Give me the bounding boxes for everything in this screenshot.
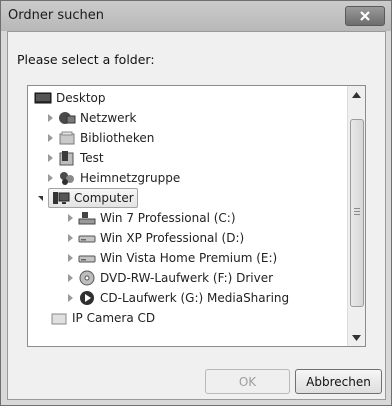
expand-arrow-icon[interactable] (64, 248, 76, 268)
title-bar[interactable]: Ordner suchen (1, 1, 391, 31)
folder-icon (50, 310, 68, 326)
scroll-down-button[interactable] (348, 329, 365, 346)
selected-item-highlight: Computer (48, 188, 138, 208)
scrollbar-thumb[interactable] (350, 119, 364, 307)
tree-item-bibliotheken[interactable]: Bibliotheken (44, 128, 154, 148)
collapse-arrow-icon[interactable] (34, 188, 46, 208)
hard-drive-icon (78, 250, 96, 266)
tree-item-heimnetzgruppe[interactable]: Heimnetzgruppe (44, 168, 180, 188)
network-icon (58, 110, 76, 126)
chevron-down-icon (352, 334, 361, 341)
expand-arrow-icon[interactable] (44, 148, 56, 168)
tree-item-label: Win XP Professional (D:) (100, 231, 245, 245)
close-button[interactable] (345, 6, 385, 26)
tree-item-label: Computer (74, 191, 134, 205)
vertical-scrollbar[interactable] (347, 86, 365, 346)
computer-icon (52, 190, 70, 206)
tree-item-label: Desktop (56, 91, 106, 105)
tree-item-label: Win 7 Professional (C:) (100, 211, 236, 225)
expand-arrow-icon[interactable] (64, 268, 76, 288)
tree-item-ip-camera-cd[interactable]: IP Camera CD (50, 308, 155, 328)
tree-item-label: Netzwerk (80, 111, 137, 125)
cd-media-icon (78, 290, 96, 306)
dialog-body: Please select a folder: Desktop Netzwerk (7, 31, 386, 400)
expand-arrow-icon[interactable] (64, 228, 76, 248)
system-drive-icon (78, 210, 96, 226)
folder-browser-dialog: Ordner suchen Please select a folder: De… (0, 0, 392, 406)
tree-item-computer[interactable]: Computer (34, 188, 138, 208)
expand-arrow-icon[interactable] (64, 208, 76, 228)
folder-tree[interactable]: Desktop Netzwerk Bibliotheken Test Heimn… (27, 85, 366, 347)
tree-item-drive-g[interactable]: CD-Laufwerk (G:) MediaSharing (64, 288, 289, 308)
expand-arrow-icon[interactable] (64, 288, 76, 308)
tree-item-drive-e[interactable]: Win Vista Home Premium (E:) (64, 248, 277, 268)
tree-item-test[interactable]: Test (44, 148, 104, 168)
tree-item-netzwerk[interactable]: Netzwerk (44, 108, 136, 128)
close-icon (360, 11, 370, 21)
tree-item-label: DVD-RW-Laufwerk (F:) Driver (100, 271, 274, 285)
tree-item-label: Bibliotheken (80, 131, 155, 145)
tree-item-label: CD-Laufwerk (G:) MediaSharing (100, 291, 290, 305)
cancel-button[interactable]: Abbrechen (295, 369, 382, 394)
expand-arrow-icon[interactable] (44, 168, 56, 188)
chevron-up-icon (352, 91, 361, 98)
dialog-prompt: Please select a folder: (17, 52, 155, 67)
dvd-drive-icon (78, 270, 96, 286)
hard-drive-icon (78, 230, 96, 246)
tree-item-label: Heimnetzgruppe (80, 171, 181, 185)
window-title: Ordner suchen (8, 8, 104, 23)
tree-item-drive-c[interactable]: Win 7 Professional (C:) (64, 208, 236, 228)
tree-item-drive-d[interactable]: Win XP Professional (D:) (64, 228, 244, 248)
desktop-icon (34, 90, 52, 106)
tree-item-desktop[interactable]: Desktop (34, 88, 106, 108)
homegroup-icon (58, 170, 76, 186)
tree-item-label: Test (80, 151, 104, 165)
tree-item-drive-f[interactable]: DVD-RW-Laufwerk (F:) Driver (64, 268, 273, 288)
tree-item-label: IP Camera CD (72, 311, 156, 325)
expand-arrow-icon[interactable] (44, 108, 56, 128)
scroll-up-button[interactable] (348, 86, 365, 103)
expand-arrow-icon[interactable] (44, 128, 56, 148)
tree-item-label: Win Vista Home Premium (E:) (100, 251, 278, 265)
user-folder-icon (58, 150, 76, 166)
libraries-icon (58, 130, 76, 146)
ok-button[interactable]: OK (205, 369, 290, 394)
